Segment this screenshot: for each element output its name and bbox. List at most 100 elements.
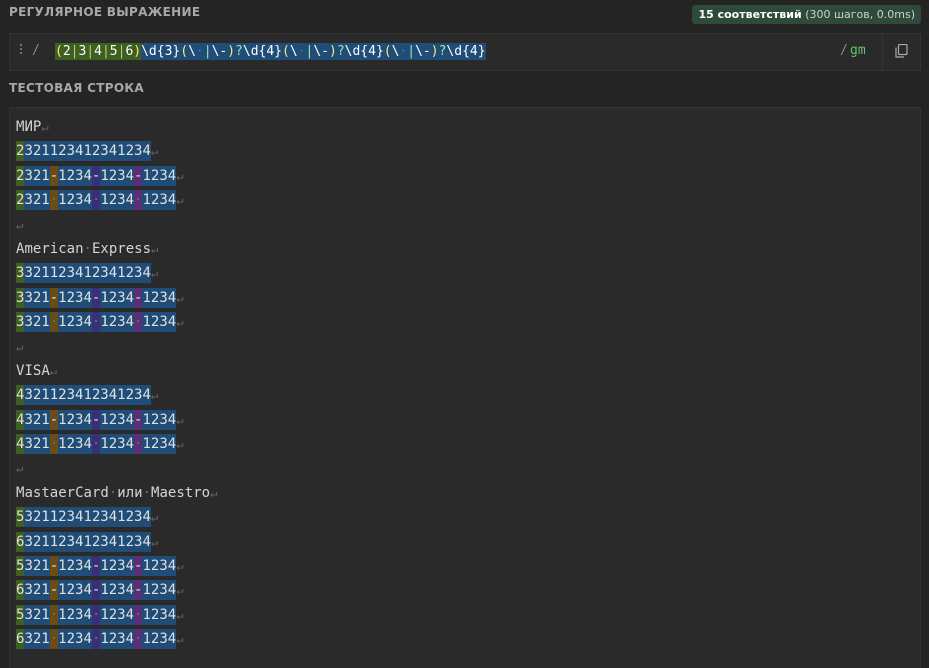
match-segment: 1234 [58, 190, 92, 211]
match-segment: 1234 [58, 580, 92, 601]
regex-token: ( [180, 43, 189, 60]
regex-token: | [101, 43, 110, 60]
regex-token: | [203, 43, 212, 60]
test-line: 3321·1234·1234·1234↵ [16, 310, 217, 334]
regex-token: {4} [462, 43, 486, 60]
match-segment: 1234 [142, 629, 177, 650]
regex-token: \d [344, 43, 361, 60]
match-segment: - [49, 580, 59, 601]
match-segment: 1234 [142, 580, 177, 601]
test-line: 6321-1234-1234-1234↵ [16, 578, 217, 602]
regex-open-delimiter: / [32, 43, 40, 58]
match-segment: 1234 [117, 531, 151, 552]
regex-flags[interactable]: gm [850, 43, 866, 58]
regex-token: \ [188, 43, 196, 60]
match-segment: 1234 [49, 263, 84, 284]
regex-token: \ [289, 43, 298, 60]
newline-marker-icon: ↵ [150, 388, 159, 403]
newline-marker-icon: ↵ [176, 632, 184, 647]
match-segment: 1234 [83, 507, 118, 528]
match-segment: · [49, 434, 59, 455]
drag-handle-icon[interactable] [18, 44, 24, 58]
match-segment: 1234 [142, 312, 177, 333]
newline-marker-icon: ↵ [49, 363, 57, 378]
match-segment: 1234 [142, 165, 177, 186]
test-line: 6321·1234·1234·1234↵ [16, 627, 217, 651]
match-segment: 1234 [83, 531, 118, 552]
newline-marker-icon: ↵ [176, 412, 184, 427]
match-segment: 1234 [100, 409, 135, 430]
test-line: ↵ [16, 213, 217, 237]
regex-token: · [297, 43, 306, 60]
regex-token: \d [141, 43, 157, 60]
match-segment: 1234 [100, 312, 135, 333]
regex-token: {3} [156, 43, 181, 60]
match-segment: 321 [24, 604, 50, 625]
test-line: 2321123412341234↵ [16, 139, 217, 163]
match-segment: 321 [24, 287, 50, 308]
regex-token: ) [227, 43, 236, 60]
regex-token: ) [133, 43, 142, 60]
match-segment: 1234 [142, 556, 177, 577]
match-segment: 321 [24, 629, 50, 650]
newline-marker-icon: ↵ [16, 339, 24, 354]
match-segment: · [49, 190, 59, 211]
newline-marker-icon: ↵ [176, 559, 184, 574]
match-segment: 1234 [83, 263, 118, 284]
match-segment: 1234 [142, 190, 177, 211]
match-segment: 1234 [100, 604, 135, 625]
regex-token: {4} [258, 43, 283, 60]
regex-token: ? [336, 43, 345, 60]
newline-marker-icon: ↵ [16, 217, 24, 232]
copy-button[interactable] [882, 34, 920, 70]
regex-token: ) [328, 43, 337, 60]
regex-token: \d [242, 43, 259, 60]
regex-pattern[interactable]: (2|3|4|5|6)\d{3}(\·|\-)?\d{4}(\·|\-)?\d{… [55, 42, 486, 62]
match-segment: · [49, 604, 59, 625]
match-segment: 1234 [58, 434, 92, 455]
test-line: ↵ [16, 456, 217, 480]
match-segment: 1234 [117, 507, 151, 528]
match-segment: · [49, 312, 59, 333]
test-line: 3321-1234-1234-1234↵ [16, 286, 217, 310]
match-segment: 321 [24, 507, 50, 528]
match-segment: 1234 [100, 287, 135, 308]
regex-token: \d [446, 43, 463, 60]
regex-token: · [195, 43, 204, 60]
match-segment: 1234 [100, 629, 135, 650]
copy-icon [895, 44, 908, 58]
regex-section-title: РЕГУЛЯРНОЕ ВЫРАЖЕНИЕ [9, 5, 201, 19]
match-segment: 1234 [100, 165, 135, 186]
match-segment: 1234 [83, 385, 118, 406]
match-segment: 321 [24, 580, 50, 601]
match-segment: 1234 [100, 434, 135, 455]
match-segment: 1234 [83, 141, 118, 162]
newline-marker-icon: ↵ [150, 534, 159, 549]
regex-input-bar[interactable]: / (2|3|4|5|6)\d{3}(\·|\-)?\d{4}(\·|\-)?\… [9, 33, 921, 71]
match-segment: 1234 [117, 263, 151, 284]
match-segment: - [49, 409, 59, 430]
test-line: 2321·1234·1234·1234↵ [16, 188, 217, 212]
test-line: МИР↵ [16, 119, 49, 135]
test-line: 3321123412341234↵ [16, 261, 217, 285]
test-line: 6321123412341234↵ [16, 530, 217, 554]
test-line: 5321·1234·1234·1234↵ [16, 603, 217, 627]
regex-token: {4} [360, 43, 384, 60]
match-segment: 321 [24, 190, 50, 211]
match-segment: 321 [24, 409, 50, 430]
newline-marker-icon: ↵ [151, 241, 159, 256]
newline-marker-icon: ↵ [150, 510, 159, 525]
match-segment: 1234 [58, 312, 92, 333]
newline-marker-icon: ↵ [176, 437, 184, 452]
newline-marker-icon: ↵ [16, 461, 24, 476]
test-string-editor[interactable]: МИР↵ 2321123412341234↵ 2321-1234-1234-1234… [9, 107, 921, 668]
match-segment: 1234 [58, 165, 92, 186]
match-segment: 1234 [58, 409, 92, 430]
match-segment: 1234 [49, 141, 84, 162]
newline-marker-icon: ↵ [150, 266, 159, 281]
newline-marker-icon: ↵ [41, 120, 49, 134]
match-segment: - [49, 165, 59, 186]
regex-token: \- [211, 43, 228, 60]
match-segment: 321 [24, 141, 50, 162]
regex-token: ( [282, 43, 290, 60]
